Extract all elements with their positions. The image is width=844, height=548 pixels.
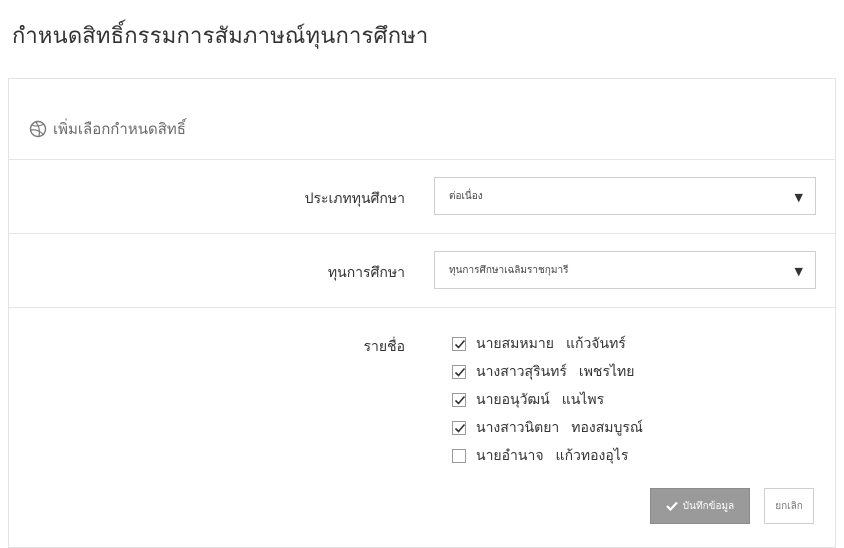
name-first: นายอนุวัฒน์ <box>476 392 550 408</box>
name-last: แนไพร <box>561 392 605 408</box>
dribbble-ball-icon <box>29 120 47 138</box>
name-item[interactable]: นายอนุวัฒน์ แนไพร <box>452 386 643 414</box>
assign-permission-panel: เพิ่มเลือกกำหนดสิทธิ์ ประเภททุนศึกษา ต่อ… <box>8 78 836 548</box>
scholarship-label: ทุนการศึกษา <box>327 265 405 281</box>
cancel-button[interactable]: ยกเลิก <box>764 488 814 524</box>
names-checklist: นายสมหมาย แก้วจันทร์ นางสาวสุรินทร์ เพชร… <box>452 330 643 470</box>
name-item[interactable]: นางสาวสุรินทร์ เพชรไทย <box>452 358 643 386</box>
caret-down-icon: ▼ <box>794 265 803 278</box>
checkmark-icon <box>454 395 466 405</box>
checkmark-icon <box>454 423 466 433</box>
name-last: แก้วทองอุไร <box>555 448 629 464</box>
scholarship-type-label: ประเภททุนศึกษา <box>304 191 405 207</box>
name-item[interactable]: นายอำนาจ แก้วทองอุไร <box>452 442 643 470</box>
save-button-label: บันทึกข้อมูล <box>682 500 735 512</box>
scholarship-row: ทุนการศึกษา ทุนการศึกษาเฉลิมราชกุมารี ▼ <box>9 234 835 308</box>
scholarship-value: ทุนการศึกษาเฉลิมราชกุมารี <box>449 264 569 276</box>
panel-heading-text: เพิ่มเลือกกำหนดสิทธิ์ <box>53 120 186 138</box>
check-icon <box>666 501 678 511</box>
checkmark-icon <box>454 367 466 377</box>
name-last: ทองสมบูรณ์ <box>571 420 643 436</box>
name-first: นายอำนาจ <box>476 448 544 464</box>
checkbox[interactable] <box>452 421 466 435</box>
scholarship-type-select[interactable]: ต่อเนื่อง ▼ <box>434 177 816 215</box>
page-title: กำหนดสิทธิ์กรรมการสัมภาษณ์ทุนการศึกษา <box>12 24 429 49</box>
checkbox[interactable] <box>452 365 466 379</box>
name-last: แก้วจันทร์ <box>565 336 626 352</box>
name-item[interactable]: นางสาวนิตยา ทองสมบูรณ์ <box>452 414 643 442</box>
name-last: เพชรไทย <box>578 364 635 380</box>
checkmark-icon <box>454 339 466 349</box>
checkbox[interactable] <box>452 449 466 463</box>
name-first: นางสาวสุรินทร์ <box>476 364 567 380</box>
names-label: รายชื่อ <box>363 339 406 355</box>
name-first: นางสาวนิตยา <box>476 420 560 436</box>
name-first: นายสมหมาย <box>476 336 554 352</box>
checkbox[interactable] <box>452 337 466 351</box>
panel-heading: เพิ่มเลือกกำหนดสิทธิ์ <box>9 79 835 160</box>
cancel-button-label: ยกเลิก <box>775 500 803 512</box>
scholarship-type-row: ประเภททุนศึกษา ต่อเนื่อง ▼ <box>9 160 835 234</box>
checkbox[interactable] <box>452 393 466 407</box>
save-button[interactable]: บันทึกข้อมูล <box>650 488 750 524</box>
scholarship-type-value: ต่อเนื่อง <box>449 190 483 202</box>
scholarship-select[interactable]: ทุนการศึกษาเฉลิมราชกุมารี ▼ <box>434 251 816 289</box>
panel-heading-group: เพิ่มเลือกกำหนดสิทธิ์ <box>29 117 186 141</box>
caret-down-icon: ▼ <box>794 191 803 204</box>
name-item[interactable]: นายสมหมาย แก้วจันทร์ <box>452 330 643 358</box>
